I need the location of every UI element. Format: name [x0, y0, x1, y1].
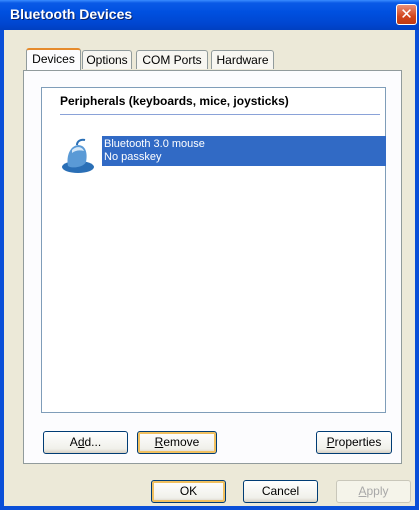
peripherals-group-header: Peripherals (keyboards, mice, joysticks)	[60, 94, 380, 115]
mouse-icon[interactable]	[58, 136, 98, 176]
device-item-bluetooth-mouse[interactable]: Bluetooth 3.0 mouse No passkey	[102, 136, 386, 166]
tab-com-ports[interactable]: COM Ports	[136, 50, 208, 69]
remove-label-post: emove	[163, 435, 200, 449]
window-title: Bluetooth Devices	[10, 6, 133, 22]
tab-options-label: Options	[86, 53, 128, 67]
tab-devices-label: Devices	[32, 52, 75, 66]
ok-label: OK	[179, 484, 198, 498]
remove-label-accel: R	[154, 435, 164, 449]
tab-hardware-label: Hardware	[216, 53, 269, 67]
cancel-button[interactable]: Cancel	[243, 480, 318, 503]
device-list[interactable]: Peripherals (keyboards, mice, joysticks)…	[41, 87, 386, 413]
bluetooth-devices-window: Bluetooth Devices ✕ Devices Options COM …	[0, 0, 419, 510]
devices-tab-panel: Peripherals (keyboards, mice, joysticks)…	[23, 70, 402, 464]
title-bar[interactable]: Bluetooth Devices ✕	[0, 0, 419, 30]
remove-button[interactable]: Remove	[137, 431, 217, 454]
properties-button[interactable]: Properties	[316, 431, 392, 454]
tab-hardware[interactable]: Hardware	[211, 50, 274, 69]
close-button[interactable]: ✕	[396, 4, 417, 25]
device-name: Bluetooth 3.0 mouse	[104, 138, 205, 150]
tab-com-ports-label: COM Ports	[142, 53, 202, 67]
cancel-label: Cancel	[261, 484, 300, 498]
close-icon: ✕	[400, 5, 413, 23]
add-button[interactable]: Add...	[43, 431, 128, 454]
apply-label-post: pply	[366, 484, 389, 498]
apply-label-accel: A	[358, 484, 367, 498]
properties-label-post: roperties	[334, 435, 382, 449]
add-label-post: d...	[84, 435, 102, 449]
tab-options[interactable]: Options	[82, 50, 132, 69]
add-label-pre: A	[69, 435, 78, 449]
device-status: No passkey	[104, 151, 162, 163]
add-label-accel: d	[77, 435, 85, 449]
apply-button[interactable]: Apply	[336, 480, 411, 503]
properties-label-accel: P	[326, 435, 335, 449]
ok-button[interactable]: OK	[151, 480, 226, 503]
tab-devices[interactable]: Devices	[26, 48, 81, 70]
